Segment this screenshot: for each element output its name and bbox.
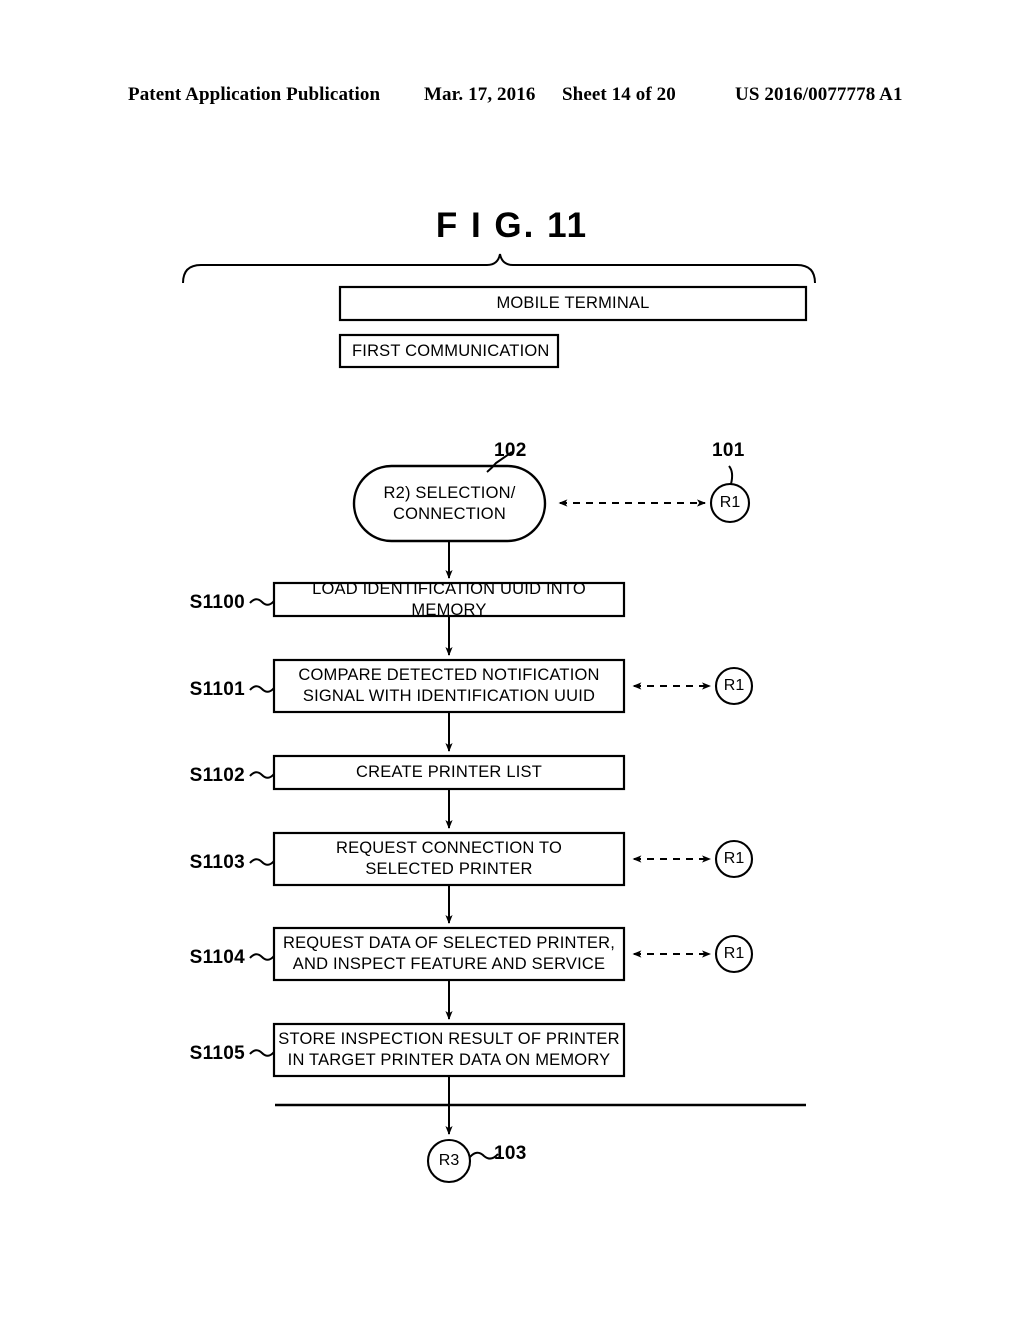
step-text-s1102: CREATE PRINTER LIST	[356, 763, 542, 781]
first-communication-label: FIRST COMMUNICATION	[352, 341, 550, 360]
ref-101-leader	[728, 465, 734, 485]
peer-node-s1104-label: R1	[723, 945, 745, 962]
peer-node-101-label: R1	[719, 494, 741, 511]
start-node-label: R2) SELECTION/ CONNECTION	[383, 483, 516, 523]
step-id-s1104: S1104	[189, 947, 245, 968]
step-id-connectors	[249, 598, 275, 1057]
ref-102: 102	[494, 440, 527, 461]
step-text-s1103: REQUEST CONNECTION TO SELECTED PRINTER	[335, 839, 563, 878]
step-text-s1105: STORE INSPECTION RESULT OF PRINTER IN TA…	[278, 1030, 620, 1069]
step-id-s1100: S1100	[189, 592, 245, 613]
mobile-terminal-label: MOBILE TERMINAL	[496, 294, 650, 312]
peer-node-s1101-label: R1	[723, 677, 745, 694]
step-id-s1105: S1105	[189, 1043, 245, 1064]
system-brace	[182, 253, 816, 284]
peer-node-s1103-label: R1	[723, 850, 745, 867]
step-text-s1101: COMPARE DETECTED NOTIFICATION SIGNAL WIT…	[298, 666, 600, 705]
ref-103: 103	[494, 1143, 527, 1164]
end-node-label: R3	[438, 1152, 460, 1169]
step-id-s1102: S1102	[189, 765, 245, 786]
step-id-s1103: S1103	[189, 852, 245, 873]
step-text-s1100: LOAD IDENTIFICATION UUID INTO MEMORY	[312, 579, 586, 619]
step-text-s1104: REQUEST DATA OF SELECTED PRINTER, AND IN…	[282, 934, 616, 973]
ref-101: 101	[712, 440, 745, 461]
step-id-s1101: S1101	[189, 679, 245, 700]
